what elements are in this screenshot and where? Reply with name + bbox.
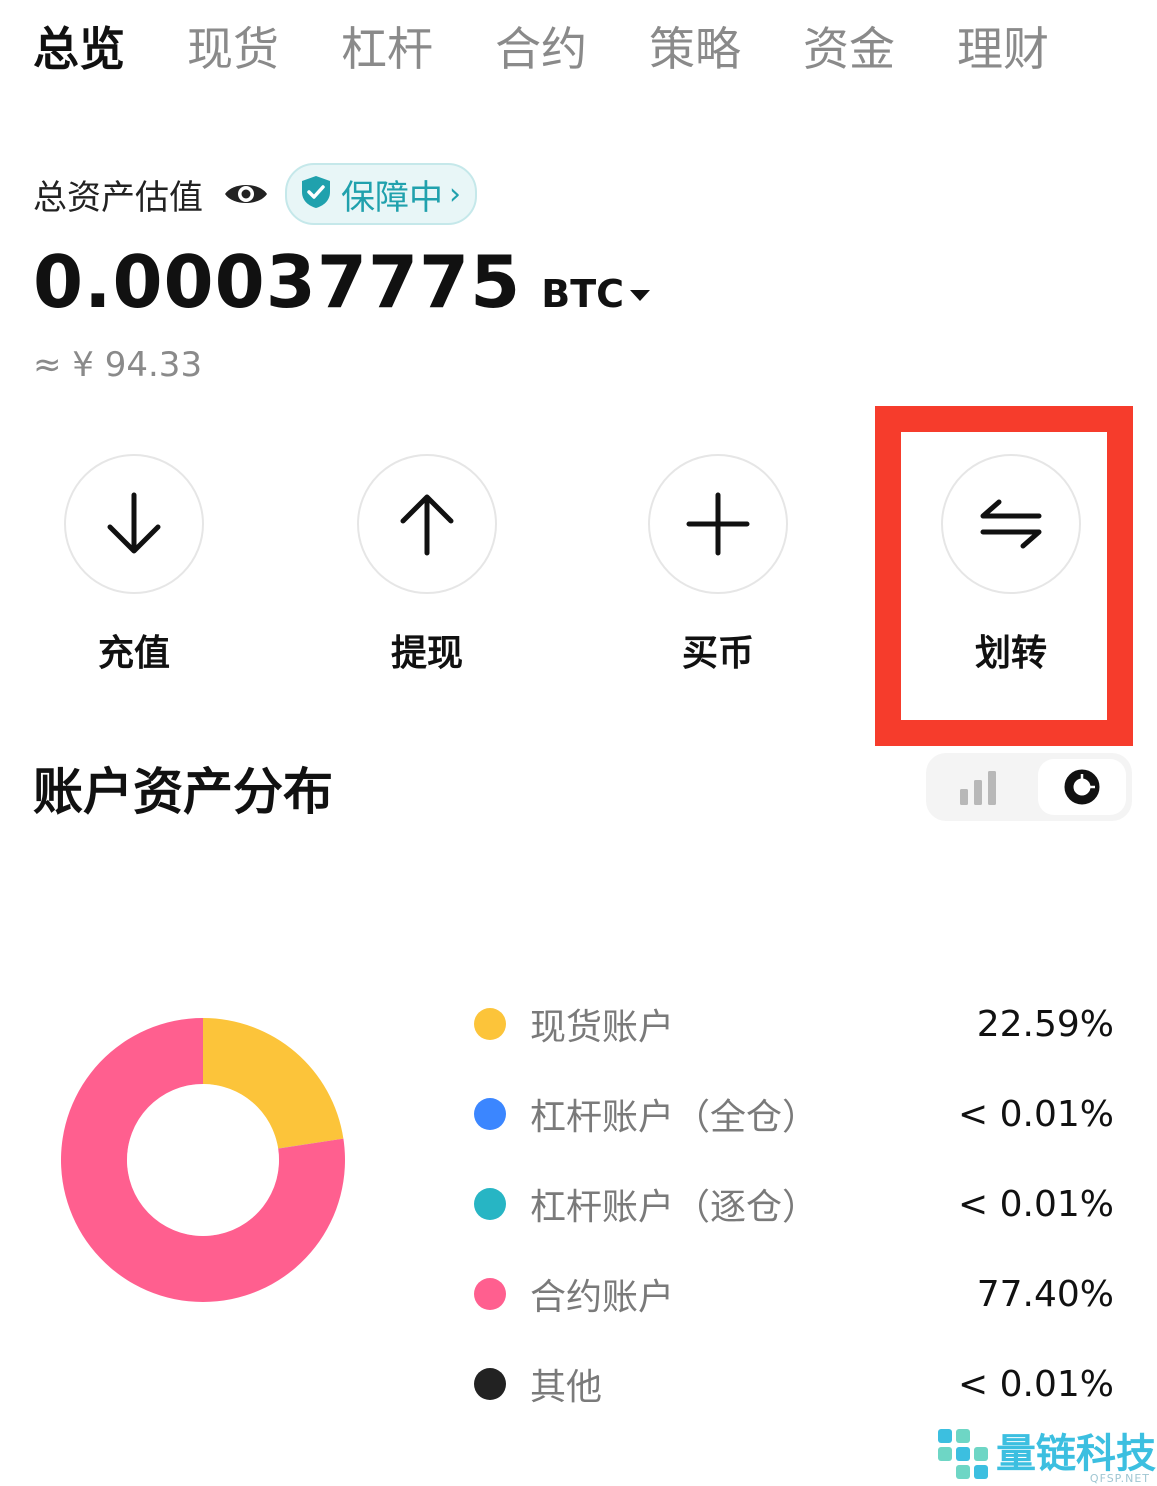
legend-label-margin-isolated: 杠杆账户（逐仓）	[530, 1187, 819, 1228]
currency-unit-label: BTC	[541, 272, 625, 316]
tab-overview[interactable]: 总览	[33, 14, 125, 84]
chart-view-toggle	[926, 753, 1132, 821]
total-asset-amount-row: 0.00037775 BTC	[33, 240, 651, 330]
legend-value-margin-cross: < 0.01%	[958, 1093, 1114, 1135]
legend-dot-spot	[474, 1008, 506, 1040]
chevron-right-icon: ›	[449, 176, 461, 212]
watermark-logo-icon	[938, 1429, 988, 1479]
watermark-subtext: QFSP.NET	[1089, 1472, 1150, 1485]
bar-chart-view-button[interactable]	[936, 759, 1020, 815]
legend-dot-margin-cross	[474, 1098, 506, 1130]
arrow-down-icon	[107, 492, 161, 554]
deposit-button[interactable]: 充值	[59, 454, 209, 676]
eye-icon[interactable]	[223, 171, 269, 217]
legend-dot-margin-isolated	[474, 1188, 506, 1220]
watermark: 量链科技 QFSP.NET	[936, 1424, 1156, 1485]
donut-chart-view-button[interactable]	[1038, 759, 1126, 815]
currency-unit-selector[interactable]: BTC	[541, 272, 651, 316]
withdraw-circle	[357, 454, 497, 594]
total-asset-label: 总资产估值	[33, 177, 203, 218]
protection-badge-label: 保障中	[341, 177, 443, 218]
top-tab-bar: 总览 现货 杠杆 合约 策略 资金 理财	[33, 14, 1111, 84]
legend-value-spot: 22.59%	[976, 1003, 1114, 1045]
fiat-approx-value: ≈ ¥ 94.33	[33, 345, 203, 385]
total-asset-amount: 0.00037775	[33, 240, 522, 324]
plus-icon	[686, 492, 750, 556]
legend-dot-other	[474, 1368, 506, 1400]
watermark-text: 量链科技	[996, 1431, 1156, 1477]
donut-slice-0	[203, 1018, 344, 1149]
legend-label-margin-cross: 杠杆账户（全仓）	[530, 1097, 819, 1138]
legend-label-other: 其他	[530, 1367, 603, 1408]
tab-spot[interactable]: 现货	[187, 14, 279, 84]
legend-label-futures: 合约账户	[530, 1277, 675, 1318]
asset-distribution-donut	[60, 1018, 345, 1302]
legend-label-spot: 现货账户	[530, 1007, 675, 1048]
deposit-circle	[64, 454, 204, 594]
legend-value-margin-isolated: < 0.01%	[958, 1183, 1114, 1225]
legend-value-futures: 77.40%	[976, 1273, 1114, 1315]
buy-crypto-button[interactable]: 买币	[643, 454, 793, 676]
tab-futures[interactable]: 合约	[495, 14, 587, 84]
withdraw-label: 提现	[390, 633, 463, 674]
donut-inner-ring	[127, 1084, 279, 1236]
bar-chart-icon	[960, 771, 996, 805]
tab-earn[interactable]: 理财	[957, 14, 1049, 84]
shield-check-icon	[299, 174, 333, 214]
transfer-highlight-box	[875, 406, 1133, 746]
distribution-title: 账户资产分布	[33, 763, 333, 821]
withdraw-button[interactable]: 提现	[352, 454, 502, 676]
legend-item-margin-cross[interactable]: 杠杆账户（全仓） < 0.01%	[474, 1084, 1114, 1144]
protection-badge[interactable]: 保障中 ›	[285, 163, 477, 225]
buy-crypto-label: 买币	[681, 633, 754, 674]
legend-item-margin-isolated[interactable]: 杠杆账户（逐仓） < 0.01%	[474, 1174, 1114, 1234]
deposit-label: 充值	[97, 633, 170, 674]
tab-strategy[interactable]: 策略	[649, 14, 741, 84]
legend-dot-futures	[474, 1278, 506, 1310]
total-asset-header: 总资产估值 保障中 ›	[33, 163, 477, 225]
tab-funding[interactable]: 资金	[803, 14, 895, 84]
legend-item-futures[interactable]: 合约账户 77.40%	[474, 1264, 1114, 1324]
legend-item-other[interactable]: 其他 < 0.01%	[474, 1354, 1114, 1414]
donut-chart-icon	[1064, 769, 1100, 805]
caret-down-icon	[630, 290, 651, 301]
arrow-up-icon	[400, 494, 454, 556]
buy-crypto-circle	[648, 454, 788, 594]
legend-item-spot[interactable]: 现货账户 22.59%	[474, 994, 1114, 1054]
legend-value-other: < 0.01%	[958, 1363, 1114, 1405]
tab-margin[interactable]: 杠杆	[341, 14, 433, 84]
